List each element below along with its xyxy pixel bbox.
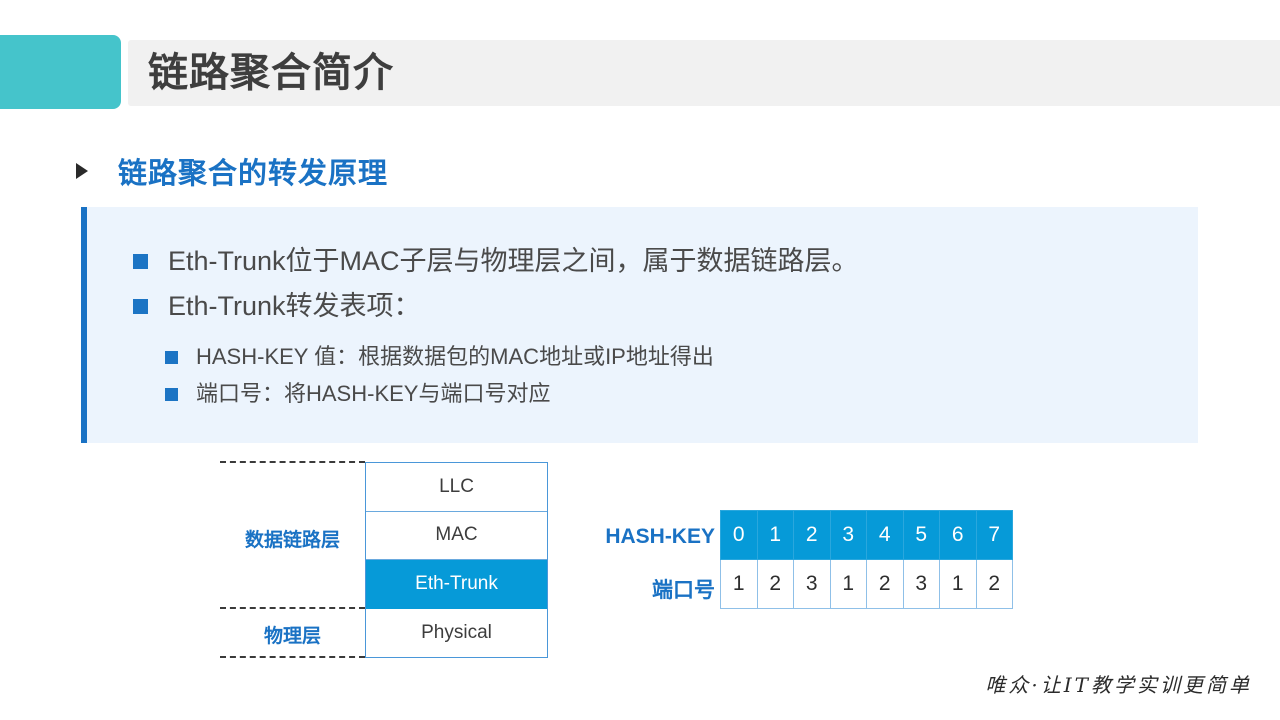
header-accent-block (0, 35, 121, 109)
bullet-item: Eth-Trunk位于MAC子层与物理层之间，属于数据链路层。 (133, 244, 859, 278)
table-cell: 1 (829, 559, 867, 609)
hash-key-table: 0 1 2 3 4 5 6 7 1 2 3 1 2 3 1 2 (720, 510, 1013, 609)
stack-side-label-physical: 物理层 (263, 626, 321, 647)
protocol-stack-diagram: LLC MAC Eth-Trunk Physical (365, 462, 548, 658)
sub-bullet-text: 端口号：将HASH-KEY与端口号对应 (196, 381, 551, 406)
table-cell: 2 (756, 559, 794, 609)
content-panel: Eth-Trunk位于MAC子层与物理层之间，属于数据链路层。 Eth-Trun… (81, 207, 1198, 443)
triangle-bullet-icon (76, 163, 88, 179)
bullet-text: Eth-Trunk转发表项： (168, 291, 421, 321)
stack-divider-middle (220, 607, 365, 609)
stack-layer-eth-trunk: Eth-Trunk (366, 560, 547, 609)
table-cell: 3 (793, 559, 831, 609)
page-title: 链路聚合简介 (148, 51, 394, 95)
table-cell: 2 (866, 559, 904, 609)
table-cell: 3 (829, 510, 867, 560)
table-cell: 0 (720, 510, 758, 560)
sub-bullet-item: HASH-KEY 值：根据数据包的MAC地址或IP地址得出 (165, 343, 714, 371)
square-bullet-icon (133, 299, 148, 314)
bullet-item: Eth-Trunk转发表项： (133, 289, 421, 323)
section-heading-label: 链路聚合的转发原理 (118, 158, 389, 190)
stack-layer-physical: Physical (421, 621, 492, 643)
table-cell: 1 (939, 559, 977, 609)
table-cell: 1 (720, 559, 758, 609)
hash-key-row-label: HASH-KEY (605, 525, 715, 548)
square-bullet-icon (165, 351, 178, 364)
stack-side-label-datalink: 数据链路层 (244, 530, 340, 551)
square-bullet-icon (165, 388, 178, 401)
stack-layer-llc: LLC (366, 463, 547, 512)
table-cell: 2 (975, 559, 1013, 609)
port-number-row-label: 端口号 (652, 579, 715, 602)
table-cell: 6 (939, 510, 977, 560)
table-row-ports: 1 2 3 1 2 3 1 2 (720, 559, 1013, 609)
table-cell: 7 (975, 510, 1013, 560)
stack-layer-mac: MAC (366, 512, 547, 560)
table-cell: 1 (756, 510, 794, 560)
stack-divider-bottom (220, 656, 365, 658)
table-cell: 5 (902, 510, 940, 560)
bullet-text: Eth-Trunk位于MAC子层与物理层之间，属于数据链路层。 (168, 246, 859, 276)
table-cell: 4 (866, 510, 904, 560)
square-bullet-icon (133, 254, 148, 269)
footer-brand: 唯众·让IT教学实训更简单 (985, 673, 1252, 697)
sub-bullet-item: 端口号：将HASH-KEY与端口号对应 (165, 380, 550, 408)
sub-bullet-text: HASH-KEY 值：根据数据包的MAC地址或IP地址得出 (196, 344, 714, 369)
table-row-hash-keys: 0 1 2 3 4 5 6 7 (720, 510, 1013, 560)
table-cell: 3 (902, 559, 940, 609)
section-heading: 链路聚合的转发原理 (76, 150, 388, 192)
stack-divider-top (220, 461, 365, 463)
table-cell: 2 (793, 510, 831, 560)
